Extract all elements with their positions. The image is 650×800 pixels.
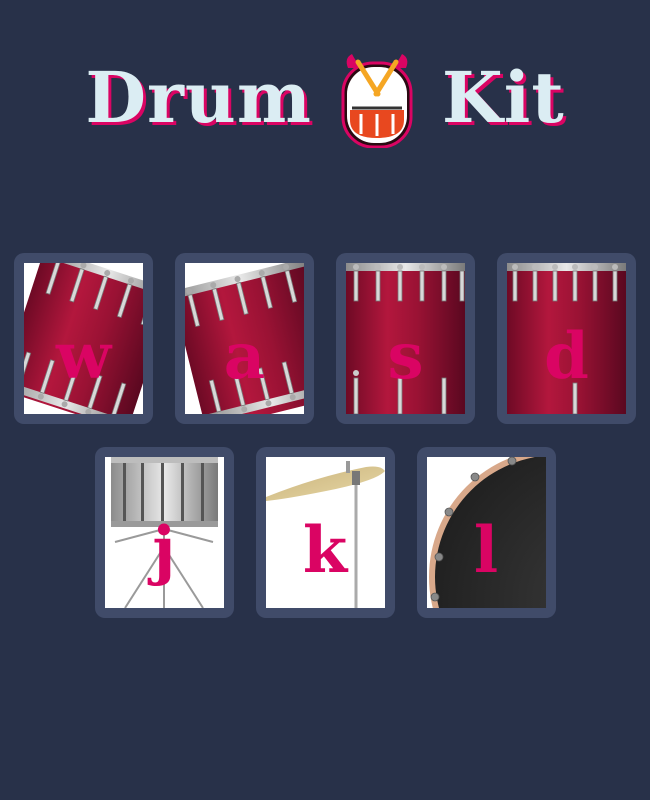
- title-word-drum: Drum: [85, 56, 312, 139]
- key-face-k: k: [265, 457, 385, 608]
- drum-key-k[interactable]: k: [255, 447, 395, 618]
- drum-key-a[interactable]: a: [175, 253, 314, 424]
- key-letter-w: w: [55, 319, 112, 394]
- key-letter-k: k: [302, 513, 348, 588]
- key-face-s: s: [346, 263, 465, 414]
- key-face-j: j: [104, 457, 224, 608]
- drum-key-d[interactable]: d: [497, 253, 636, 424]
- key-face-a: a: [185, 263, 304, 414]
- key-row-top: w a s d: [0, 253, 650, 424]
- drum-key-s[interactable]: s: [336, 253, 475, 424]
- key-row-bottom: j k l: [0, 447, 650, 618]
- app-title: Drum Kit: [0, 48, 650, 148]
- key-letter-d: d: [544, 319, 589, 394]
- key-face-d: d: [507, 263, 626, 414]
- key-letter-j: j: [152, 513, 176, 588]
- title-word-kit: Kit: [441, 56, 565, 139]
- key-letter-s: s: [387, 319, 424, 394]
- key-letter-l: l: [473, 513, 499, 588]
- drum-key-w[interactable]: w: [14, 253, 153, 424]
- drum-icon: [341, 54, 413, 148]
- key-letter-a: a: [223, 319, 266, 394]
- key-face-w: w: [24, 263, 143, 414]
- drum-key-j[interactable]: j: [94, 447, 234, 618]
- drum-key-l[interactable]: l: [416, 447, 556, 618]
- key-face-l: l: [426, 457, 546, 608]
